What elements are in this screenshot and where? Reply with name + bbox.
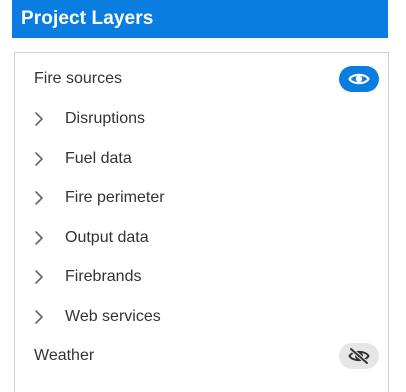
- layer-weather[interactable]: Weather: [15, 336, 388, 376]
- chevron-right-icon[interactable]: [33, 190, 45, 206]
- layer-group-fire-perimeter[interactable]: Fire perimeter: [15, 178, 388, 218]
- layer-group-label: Fuel data: [65, 150, 132, 167]
- weather-visibility-toggle[interactable]: [339, 343, 379, 369]
- panel-title: Project Layers: [21, 8, 154, 29]
- chevron-right-icon[interactable]: [33, 309, 45, 325]
- layer-group-label: Web services: [65, 308, 161, 325]
- panel-header: Project Layers: [12, 0, 388, 38]
- layer-group-label: Fire perimeter: [65, 189, 165, 206]
- chevron-right-icon[interactable]: [33, 269, 45, 285]
- layer-fire-sources[interactable]: Fire sources: [15, 59, 388, 99]
- chevron-right-icon[interactable]: [33, 230, 45, 246]
- layer-group-firebrands[interactable]: Firebrands: [15, 257, 388, 297]
- eye-icon: [348, 73, 370, 85]
- layer-label: Weather: [34, 347, 95, 364]
- layer-group-output-data[interactable]: Output data: [15, 218, 388, 258]
- layer-label: Fire sources: [34, 70, 123, 87]
- layer-group-fuel-data[interactable]: Fuel data: [15, 139, 388, 179]
- layer-group-web-services[interactable]: Web services: [15, 297, 388, 337]
- layer-group-disruptions[interactable]: Disruptions: [15, 99, 388, 139]
- layer-group-label: Firebrands: [65, 268, 142, 285]
- eye-off-icon: [348, 347, 370, 365]
- layers-panel: Fire sources Disruptions Fuel data Fire …: [14, 52, 389, 392]
- fire-sources-visibility-toggle[interactable]: [339, 66, 379, 92]
- layer-group-label: Disruptions: [65, 110, 146, 127]
- chevron-right-icon[interactable]: [33, 151, 45, 167]
- chevron-right-icon[interactable]: [33, 111, 45, 127]
- layer-group-label: Output data: [65, 229, 149, 246]
